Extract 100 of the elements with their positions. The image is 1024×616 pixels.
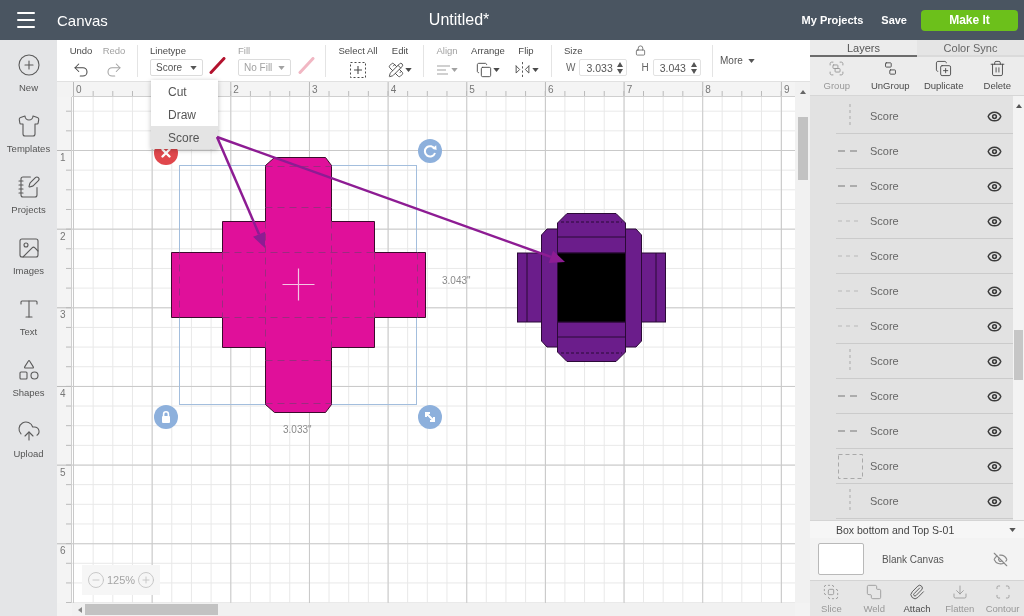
layer-tool-button[interactable]: Attach: [895, 581, 939, 616]
layer-name[interactable]: Score: [870, 320, 899, 332]
folded-box-shape[interactable]: [517, 213, 666, 363]
menu-option[interactable]: Score: [151, 126, 218, 149]
ruler-label: 2: [233, 84, 239, 95]
sidebar-item[interactable]: Upload: [0, 418, 57, 479]
flip-button[interactable]: Flip: [514, 40, 538, 79]
canvas-swatch-icon[interactable]: [818, 543, 864, 575]
size-label: Size: [564, 45, 583, 56]
menu-option[interactable]: Draw: [151, 103, 218, 126]
sidebar-item[interactable]: Projects: [0, 174, 57, 235]
scroll-up-icon[interactable]: [1015, 104, 1022, 108]
ruler-label: 3: [60, 309, 66, 321]
top-bar-link[interactable]: Save: [881, 14, 907, 26]
sidebar-item[interactable]: Shapes: [0, 357, 57, 418]
layer-name[interactable]: Score: [870, 285, 899, 297]
eye-icon[interactable]: [987, 213, 1002, 229]
layer-name[interactable]: Score: [870, 460, 899, 472]
document-title: Untitled*: [428, 11, 490, 29]
sidebar-item[interactable]: Images: [0, 235, 57, 296]
redo-arrow-icon: [105, 60, 123, 79]
layer-name[interactable]: Score: [870, 355, 899, 367]
layer-name[interactable]: Score: [870, 425, 899, 437]
sidebar-item[interactable]: New: [0, 52, 57, 113]
height-label: H: [641, 62, 649, 73]
eye-icon[interactable]: [987, 493, 1002, 509]
eye-icon[interactable]: [987, 388, 1002, 404]
fill-label: Fill: [238, 45, 252, 56]
layer-name[interactable]: Score: [870, 145, 899, 157]
ruler-label: 2: [60, 230, 66, 242]
spinner-icon[interactable]: [617, 61, 624, 74]
arrange-button[interactable]: Arrange: [471, 40, 505, 79]
trash-icon: [988, 60, 1006, 77]
scroll-up-icon[interactable]: [799, 90, 806, 94]
undo-button[interactable]: Undo: [69, 40, 93, 79]
layer-action-button[interactable]: UnGroup: [863, 57, 917, 95]
lock-handle-icon[interactable]: [154, 405, 178, 429]
eye-icon[interactable]: [987, 178, 1002, 194]
caret-icon: [531, 67, 539, 72]
height-field[interactable]: 3.043: [652, 59, 701, 76]
layer-action-button[interactable]: Duplicate: [917, 57, 971, 95]
ruler-label: 3: [312, 84, 318, 95]
ruler-label: 9: [784, 84, 790, 95]
eye-icon[interactable]: [987, 353, 1002, 369]
scrollbar-thumb[interactable]: [797, 117, 808, 180]
ruler-label: 4: [60, 388, 66, 399]
layer-name[interactable]: Score: [870, 110, 899, 122]
menu-option[interactable]: Cut: [151, 80, 218, 103]
sidebar-item[interactable]: Templates: [0, 113, 57, 174]
scrollbar-thumb[interactable]: [85, 604, 218, 615]
ruler-label: 5: [60, 466, 66, 478]
lock-icon[interactable]: [635, 45, 647, 56]
select-all-button[interactable]: Select All: [338, 40, 378, 79]
paperclip-icon: [909, 584, 925, 600]
line-color-icon[interactable]: [209, 57, 226, 74]
duplicate-squares-icon: [935, 60, 953, 77]
scroll-left-icon[interactable]: [78, 606, 82, 613]
layer-name[interactable]: Score: [870, 495, 899, 507]
eye-crossed-icon[interactable]: [993, 551, 1008, 567]
dashed-frame-square-icon: [823, 584, 840, 600]
ruler-label: 6: [548, 84, 554, 95]
pencil-ruler-icon: [388, 61, 404, 78]
panel-tab[interactable]: Color Sync: [917, 40, 1024, 57]
eye-icon[interactable]: [987, 318, 1002, 334]
more-button[interactable]: More: [720, 55, 755, 66]
eye-icon[interactable]: [987, 248, 1002, 264]
layer-name[interactable]: Score: [870, 215, 899, 227]
ruler-label: 6: [60, 545, 66, 557]
width-field[interactable]: 3.033: [579, 59, 628, 76]
eye-icon[interactable]: [987, 143, 1002, 159]
eye-icon[interactable]: [987, 108, 1002, 124]
linetype-select[interactable]: Score: [150, 59, 203, 76]
dimension-label: 3.033": [283, 424, 312, 435]
t-shirt-icon: [16, 114, 41, 138]
edit-button[interactable]: Edit: [389, 40, 411, 79]
ruler-label: 4: [390, 84, 397, 95]
scrollbar-thumb[interactable]: [1014, 330, 1023, 380]
resize-handle-icon[interactable]: [418, 405, 442, 429]
align-lines-icon: [436, 64, 450, 75]
layer-name[interactable]: Score: [870, 390, 899, 402]
shapes-icon: [16, 358, 41, 382]
sidebar-item[interactable]: Text: [0, 296, 57, 357]
flip-horizontal-icon: [513, 61, 531, 78]
united-squares-icon: [866, 584, 883, 600]
rotate-handle-icon[interactable]: [418, 139, 442, 163]
eye-icon[interactable]: [987, 423, 1002, 439]
blank-canvas-label: Blank Canvas: [882, 553, 944, 565]
eye-icon[interactable]: [987, 458, 1002, 474]
spinner-icon[interactable]: [690, 61, 697, 74]
eye-icon[interactable]: [987, 283, 1002, 299]
overlapping-squares-icon: [476, 61, 492, 78]
layer-group-header[interactable]: Box bottom and Top S-01: [810, 520, 1024, 538]
top-bar-link[interactable]: My Projects: [801, 14, 864, 26]
plus-circle-icon: [16, 53, 41, 77]
layer-action-button[interactable]: Delete: [970, 57, 1024, 95]
caret-icon: [190, 65, 197, 70]
scan-frame-icon: [994, 584, 1011, 600]
layer-name[interactable]: Score: [870, 180, 899, 192]
layer-name[interactable]: Score: [870, 250, 899, 262]
caret-icon: [493, 67, 500, 72]
